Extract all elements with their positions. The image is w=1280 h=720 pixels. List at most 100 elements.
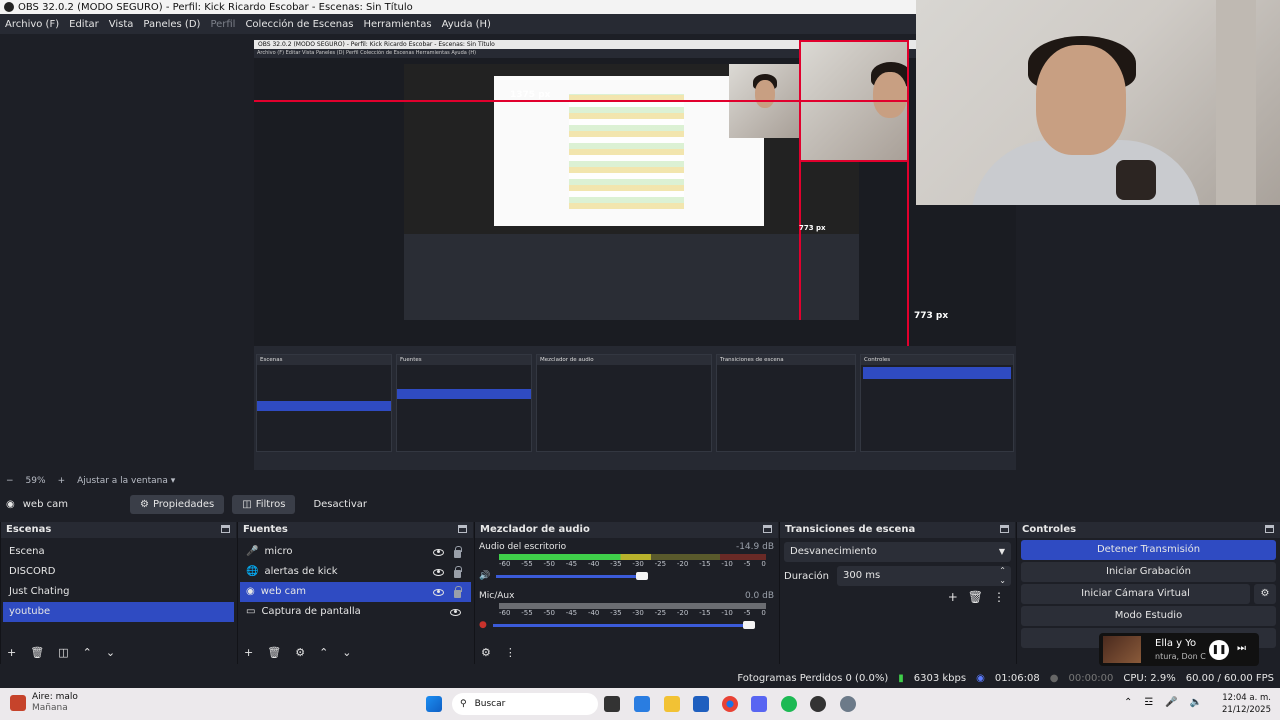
trash-icon[interactable]: 🗑 <box>968 590 983 604</box>
menu-file[interactable]: Archivo (F) <box>5 19 59 30</box>
trash-icon[interactable]: 🗑 <box>30 646 44 659</box>
properties-button[interactable]: ⚙ Propiedades <box>129 494 225 514</box>
source-item-selected[interactable]: ◉ web cam <box>240 582 471 602</box>
add-transition-icon[interactable]: + <box>948 590 958 604</box>
weather-widget[interactable]: Aire: malo Mañana <box>10 692 78 714</box>
studio-mode-button[interactable]: Modo Estudio <box>1021 606 1276 626</box>
start-button[interactable] <box>426 696 442 712</box>
lock-icon[interactable] <box>454 585 462 598</box>
more-options-icon[interactable]: ⋮ <box>505 646 516 659</box>
next-track-icon[interactable]: ⏭ <box>1237 643 1246 654</box>
trash-icon[interactable]: 🗑 <box>267 646 281 659</box>
menu-profile[interactable]: Perfil <box>210 19 235 30</box>
popout-icon[interactable] <box>763 525 772 533</box>
muted-speaker-icon[interactable]: ● <box>479 620 487 630</box>
add-icon[interactable]: + <box>244 646 253 659</box>
lock-icon[interactable] <box>454 545 462 558</box>
scene-item[interactable]: DISCORD <box>3 562 234 582</box>
tick: -50 <box>543 560 555 568</box>
scene-item-selected[interactable]: youtube <box>3 602 234 622</box>
sources-title: Fuentes <box>243 524 288 535</box>
popout-icon[interactable] <box>1265 525 1274 533</box>
source-item[interactable]: 🌐 alertas de kick <box>240 562 471 582</box>
file-explorer-icon[interactable] <box>664 696 680 712</box>
stream-time: 01:06:08 <box>994 672 1040 684</box>
more-options-icon[interactable]: ⋮ <box>993 590 1005 604</box>
stepper-icon[interactable]: ⌃ ⌄ <box>999 566 1006 586</box>
source-name: micro <box>264 546 293 557</box>
move-up-icon[interactable]: ⌃ <box>319 646 328 659</box>
window-title: OBS 32.0.2 (MODO SEGURO) - Perfil: Kick … <box>18 1 413 13</box>
source-item[interactable]: ▭ Captura de pantalla <box>240 602 471 622</box>
stop-streaming-button[interactable]: Detener Transmisión <box>1021 540 1276 560</box>
mixer-settings-icon[interactable]: ⚙ <box>481 646 491 659</box>
move-down-icon[interactable]: ⌄ <box>106 646 115 659</box>
move-down-icon[interactable]: ⌄ <box>342 646 351 659</box>
virtual-camera-settings-button[interactable]: ⚙ <box>1254 584 1276 604</box>
pause-button[interactable]: ❚❚ <box>1209 640 1229 660</box>
zoom-fit-select[interactable]: Ajustar a la ventana ▾ <box>77 476 175 486</box>
volume-slider[interactable] <box>492 620 755 629</box>
slider-knob[interactable] <box>742 620 755 629</box>
camera-icon: ◉ <box>6 498 15 510</box>
zoom-in-button[interactable]: + <box>58 476 66 486</box>
start-virtual-camera-button[interactable]: Iniciar Cámara Virtual <box>1021 584 1250 604</box>
guide-line-left <box>799 40 801 320</box>
eye-icon[interactable] <box>450 608 461 616</box>
media-player-widget[interactable]: Ella y Yo ntura, Don C ❚❚ ⏭ <box>1099 633 1259 666</box>
gear-icon[interactable]: ⚙ <box>295 646 305 659</box>
chevron-up-icon[interactable]: ⌃ <box>1124 697 1132 708</box>
deactivate-button[interactable]: Desactivar <box>303 495 377 514</box>
move-up-icon[interactable]: ⌃ <box>83 646 92 659</box>
menu-edit[interactable]: Editar <box>69 19 99 30</box>
transitions-dock-title: Transiciones de escena <box>780 522 1015 538</box>
menu-view[interactable]: Vista <box>109 19 134 30</box>
task-view-icon[interactable] <box>604 696 620 712</box>
widgets-icon[interactable] <box>634 696 650 712</box>
channel-db: 0.0 dB <box>744 591 774 601</box>
eye-icon[interactable] <box>433 568 444 576</box>
settings-icon[interactable] <box>840 696 856 712</box>
nested-docks-row: Escenas Fuentes Mezclador de audio Trans… <box>254 346 1016 470</box>
tick: -10 <box>721 609 733 617</box>
scene-filter-icon[interactable]: ◫ <box>58 646 68 659</box>
eye-icon[interactable] <box>433 548 444 556</box>
clock[interactable]: 12:04 a. m. 21/12/2025 <box>1222 692 1271 716</box>
taskbar-search[interactable]: ⚲ Buscar <box>452 693 598 715</box>
lock-icon[interactable] <box>454 565 462 578</box>
popout-icon[interactable] <box>221 525 230 533</box>
volume-meter <box>499 554 766 560</box>
menu-scene-collection[interactable]: Colección de Escenas <box>245 19 353 30</box>
dropped-frames: Fotogramas Perdidos 0 (0.0%) <box>737 672 889 684</box>
spotify-icon[interactable] <box>781 696 797 712</box>
start-recording-button[interactable]: Iniciar Grabación <box>1021 562 1276 582</box>
popout-icon[interactable] <box>1000 525 1009 533</box>
menu-docks[interactable]: Paneles (D) <box>143 19 200 30</box>
system-tray[interactable]: ⌃ ☲ 🎤 🔈 <box>1124 697 1202 708</box>
discord-icon[interactable] <box>751 696 767 712</box>
duration-input[interactable]: 300 ms ⌃ ⌄ <box>837 566 1011 586</box>
scene-item[interactable]: Escena <box>3 542 234 562</box>
preview-canvas[interactable]: OBS 32.0.2 (MODO SEGURO) - Perfil: Kick … <box>254 40 1016 470</box>
popout-icon[interactable] <box>458 525 467 533</box>
duration-value: 300 ms <box>843 570 881 581</box>
speaker-icon[interactable]: 🔊 <box>479 571 490 581</box>
store-icon[interactable] <box>693 696 709 712</box>
zoom-out-button[interactable]: − <box>6 476 14 486</box>
transition-select[interactable]: Desvanecimiento ▼ <box>784 542 1011 562</box>
filters-button[interactable]: ◫ Filtros <box>232 494 296 514</box>
volume-slider[interactable] <box>496 571 649 580</box>
source-item[interactable]: 🎤 micro <box>240 542 471 562</box>
menu-help[interactable]: Ayuda (H) <box>442 19 491 30</box>
obs-icon[interactable] <box>810 696 826 712</box>
gear-icon: ⚙ <box>1260 588 1270 599</box>
menu-bar: Archivo (F) Editar Vista Paneles (D) Per… <box>0 14 916 34</box>
slider-knob[interactable] <box>636 571 649 580</box>
add-icon[interactable]: + <box>7 646 16 659</box>
tick: 0 <box>761 609 766 617</box>
microphone-icon: 🎤 <box>246 546 259 557</box>
menu-tools[interactable]: Herramientas <box>363 19 431 30</box>
chrome-icon[interactable] <box>722 696 738 712</box>
eye-icon[interactable] <box>433 588 444 596</box>
scene-item[interactable]: Just Chating <box>3 582 234 602</box>
